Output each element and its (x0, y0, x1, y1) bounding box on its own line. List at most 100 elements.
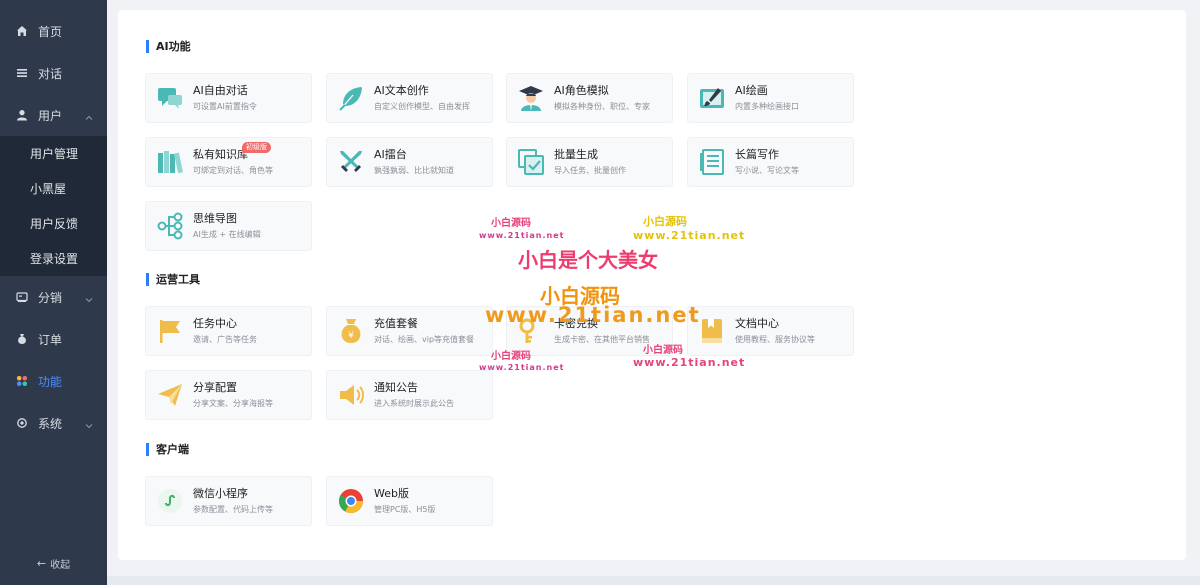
card-title: AI自由对话 (193, 84, 248, 97)
collapse-label: 收起 (50, 560, 71, 571)
card-batch-generate[interactable]: 批量生成导入任务、批量创作 (506, 137, 673, 187)
card-desc: 生成卡密、在其他平台销售 (554, 335, 650, 344)
flag-icon (155, 316, 185, 346)
card-docs-center[interactable]: 文档中心使用教程、服务协议等 (687, 306, 854, 356)
card-ai-writing[interactable]: AI文本创作自定义创作模型、自由发挥 (326, 73, 493, 123)
card-notice[interactable]: 通知公告进入系统时展示此公告 (326, 370, 493, 420)
speaker-icon (336, 380, 366, 410)
section-title-text: AI功能 (156, 40, 191, 53)
sidebar-item-label: 分销 (38, 290, 63, 305)
card-title: AI绘画 (735, 84, 768, 97)
card-desc: 进入系统时展示此公告 (374, 399, 454, 408)
card-knowledge-base[interactable]: 私有知识库 可绑定到对话、角色等 初级版 (145, 137, 312, 187)
batch-icon (516, 147, 546, 177)
card-desc: 孰强孰弱、比比就知道 (374, 166, 454, 175)
card-web-version[interactable]: Web版管理PC版、H5版 (326, 476, 493, 526)
sidebar-item-home[interactable]: 首页 (0, 10, 107, 52)
card-card-redeem[interactable]: 卡密兑换生成卡密、在其他平台销售 (506, 306, 673, 356)
sidebar-subitem-login-settings[interactable]: 登录设置 (0, 241, 107, 276)
book-icon (697, 316, 727, 346)
section-title-text: 运营工具 (156, 273, 200, 286)
settings-icon (16, 417, 28, 429)
paint-icon (697, 83, 727, 113)
sidebar-item-label: 首页 (38, 24, 63, 39)
miniprogram-icon (155, 486, 185, 516)
card-task-center[interactable]: 任务中心邀请、广告等任务 (145, 306, 312, 356)
card-desc: 邀请、广告等任务 (193, 335, 257, 344)
card-wechat-miniprogram[interactable]: 微信小程序参数配置、代码上传等 (145, 476, 312, 526)
card-long-writing[interactable]: 长篇写作 写小说、写论文等 (687, 137, 854, 187)
sidebar-item-users[interactable]: 用户 (0, 94, 107, 136)
section-accent-bar (146, 39, 149, 53)
main-panel: AI功能 AI自由对话 可设置AI前置指令 AI文本创作 自定义创作模型、自由发挥 … (118, 10, 1186, 560)
card-desc: 模拟各种身份、职位、专家 (554, 102, 650, 111)
graduate-icon (516, 83, 546, 113)
sidebar-item-distribution[interactable]: 分销 (0, 276, 107, 318)
list-icon (16, 67, 28, 79)
chat-icon (155, 83, 185, 113)
section-title-text: 客户端 (156, 443, 189, 456)
sidebar-collapse-button[interactable]: ← 收起 (0, 556, 107, 571)
card-desc: 分享文案、分享海报等 (193, 399, 273, 408)
sidebar-item-label: 订单 (38, 332, 63, 347)
sidebar-submenu-users: 用户管理 小黑屋 用户反馈 登录设置 (0, 136, 107, 276)
user-icon (16, 109, 28, 121)
card-share-config[interactable]: 分享配置分享文案、分享海报等 (145, 370, 312, 420)
card-title: 分享配置 (193, 381, 237, 394)
books-icon (155, 147, 185, 177)
card-title: AI文本创作 (374, 84, 429, 97)
card-desc: 使用教程、服务协议等 (735, 335, 815, 344)
sidebar-item-label: 对话 (38, 66, 63, 81)
money-bag-icon (16, 333, 28, 345)
section-title-client: 客户端 (146, 442, 189, 456)
key-icon (516, 316, 546, 346)
feather-icon (336, 83, 366, 113)
card-title: Web版 (374, 487, 409, 500)
card-desc: 自定义创作模型、自由发挥 (374, 102, 470, 111)
card-desc: 可设置AI前置指令 (193, 102, 257, 111)
card-recharge-plan[interactable]: ¥ 充值套餐对话、绘画、vip等充值套餐 (326, 306, 493, 356)
card-title: 任务中心 (193, 317, 237, 330)
card-desc: 管理PC版、H5版 (374, 505, 436, 514)
home-icon (16, 25, 28, 37)
document-icon (697, 147, 727, 177)
card-title: 微信小程序 (193, 487, 248, 500)
sidebar-subitem-user-management[interactable]: 用户管理 (0, 136, 107, 171)
section-title-ops: 运营工具 (146, 272, 200, 286)
card-ai-role[interactable]: AI角色模拟模拟各种身份、职位、专家 (506, 73, 673, 123)
card-ai-paint[interactable]: AI绘画 内置多种绘画接口 (687, 73, 854, 123)
section-title-ai: AI功能 (146, 39, 191, 53)
paper-plane-icon (155, 380, 185, 410)
card-title: 充值套餐 (374, 317, 418, 330)
card-desc: 写小说、写论文等 (735, 166, 799, 175)
sidebar-item-label: 用户 (38, 108, 63, 123)
sidebar-item-orders[interactable]: 订单 (0, 318, 107, 360)
card-desc: 导入任务、批量创作 (554, 166, 626, 175)
sidebar-item-features[interactable]: 功能 (0, 360, 107, 402)
sidebar-subitem-feedback[interactable]: 用户反馈 (0, 206, 107, 241)
chevron-down-icon (85, 293, 93, 303)
chrome-icon (336, 486, 366, 516)
sidebar-subitem-blacklist[interactable]: 小黑屋 (0, 171, 107, 206)
card-title: 卡密兑换 (554, 317, 598, 330)
section-accent-bar (146, 272, 149, 286)
card-mindmap[interactable]: 思维导图 AI生成 + 在线编辑 (145, 201, 312, 251)
card-desc: 对话、绘画、vip等充值套餐 (374, 335, 475, 344)
card-desc: AI生成 + 在线编辑 (193, 230, 261, 239)
card-ai-arena[interactable]: AI擂台 孰强孰弱、比比就知道 (326, 137, 493, 187)
sidebar-item-label: 功能 (38, 374, 63, 389)
card-title: 批量生成 (554, 148, 598, 161)
card-title: 文档中心 (735, 317, 779, 330)
moneybag-icon: ¥ (336, 316, 366, 346)
sidebar-item-label: 系统 (38, 416, 63, 431)
sidebar: 首页 对话 用户 用户管理 小黑屋 用户反馈 登录设置 分销 订单 功能 系统 … (0, 0, 107, 585)
card-title: 通知公告 (374, 381, 418, 394)
sidebar-item-system[interactable]: 系统 (0, 402, 107, 444)
card-ai-chat[interactable]: AI自由对话可设置AI前置指令 (145, 73, 312, 123)
apps-icon (16, 375, 28, 387)
section-accent-bar (146, 442, 149, 456)
card-title: AI角色模拟 (554, 84, 609, 97)
card-desc: 参数配置、代码上传等 (193, 505, 273, 514)
sidebar-item-chat[interactable]: 对话 (0, 52, 107, 94)
card-title: 思维导图 (193, 212, 237, 225)
